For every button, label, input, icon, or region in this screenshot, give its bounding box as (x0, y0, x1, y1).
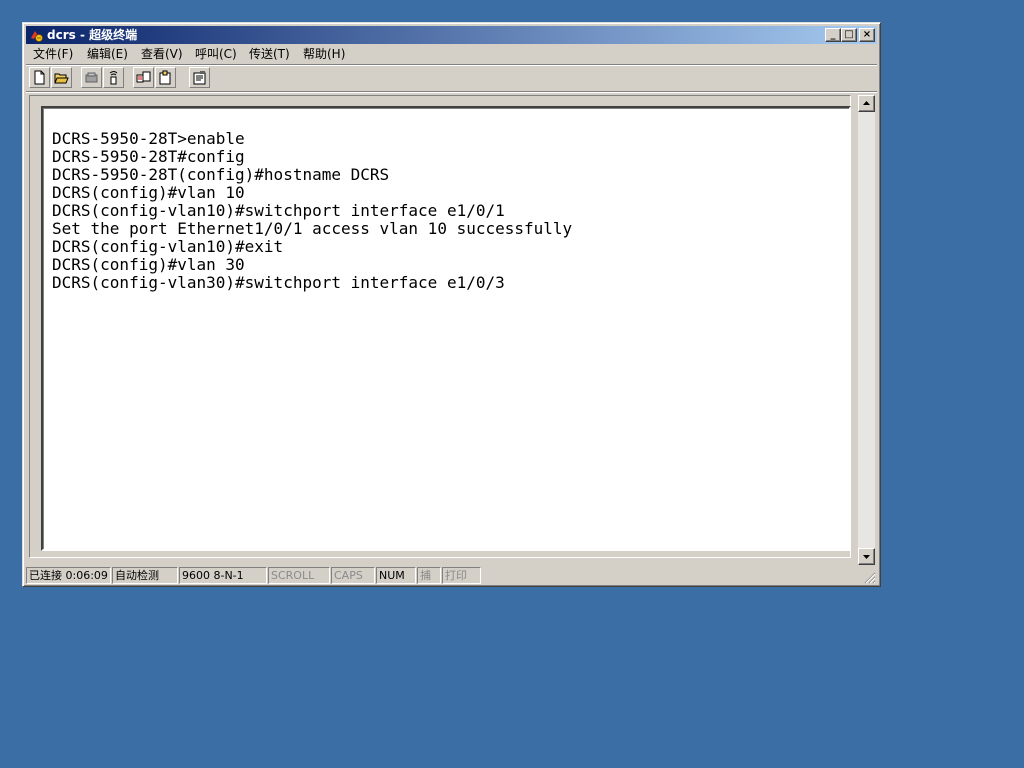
title-bar[interactable]: dcrs - 超级终端 _ □ × (26, 26, 877, 44)
menu-file[interactable]: 文件(F) (33, 47, 73, 62)
toolbar-separator (26, 91, 877, 93)
maximize-icon: □ (844, 29, 854, 40)
terminal-line: DCRS(config-vlan30)#switchport interface… (52, 273, 505, 292)
call-icon (109, 71, 118, 85)
minimize-icon: _ (830, 29, 836, 40)
scroll-up-button[interactable] (858, 95, 875, 112)
status-num: NUM (376, 567, 416, 584)
status-print: 打印 (442, 567, 481, 584)
open-button[interactable] (51, 67, 72, 88)
maximize-button[interactable]: □ (841, 28, 857, 42)
menu-transfer[interactable]: 传送(T) (249, 47, 290, 62)
scroll-down-button[interactable] (858, 548, 875, 565)
resize-grip-icon[interactable] (863, 571, 876, 584)
new-icon (34, 70, 45, 85)
menu-call[interactable]: 呼叫(C) (195, 47, 237, 62)
send-file-icon (136, 71, 151, 83)
menu-help[interactable]: 帮助(H) (303, 47, 345, 62)
arrow-down-icon (863, 555, 870, 559)
terminal-line: DCRS(config-vlan10)#switchport interface… (52, 201, 505, 220)
window-title: dcrs - 超级终端 (47, 28, 138, 42)
status-bar: 已连接 0:06:09 自动检测 9600 8-N-1 SCROLL CAPS … (26, 567, 877, 585)
properties-icon (193, 71, 206, 85)
new-button[interactable] (29, 67, 50, 88)
terminal-line: DCRS(config)#vlan 30 (52, 255, 245, 274)
status-connection: 已连接 0:06:09 (26, 567, 111, 584)
arrow-up-icon (863, 101, 870, 105)
vertical-scrollbar[interactable] (858, 95, 875, 565)
properties-button[interactable] (189, 67, 210, 88)
status-capture: 捕 (417, 567, 441, 584)
menu-bar: 文件(F) 编辑(E) 查看(V) 呼叫(C) 传送(T) 帮助(H) (26, 45, 877, 64)
status-settings: 9600 8-N-1 (179, 567, 267, 584)
terminal-screen[interactable]: DCRS-5950-28T>enable DCRS-5950-28T#confi… (41, 106, 851, 551)
status-caps: CAPS (331, 567, 375, 584)
close-icon: × (862, 29, 872, 40)
call-button[interactable] (103, 67, 124, 88)
menu-edit[interactable]: 编辑(E) (87, 47, 128, 62)
status-scroll: SCROLL (268, 567, 330, 584)
terminal-line: DCRS-5950-28T>enable (52, 129, 245, 148)
open-icon (54, 73, 69, 84)
menu-view[interactable]: 查看(V) (141, 47, 183, 62)
receive-file-button[interactable] (155, 67, 176, 88)
terminal-line: DCRS(config)#vlan 10 (52, 183, 245, 202)
send-file-button[interactable] (133, 67, 154, 88)
hyperterminal-icon[interactable] (29, 28, 44, 42)
terminal-frame: DCRS-5950-28T>enable DCRS-5950-28T#confi… (29, 95, 851, 558)
terminal-line: DCRS-5950-28T#config (52, 147, 245, 166)
disconnect-icon (85, 72, 98, 83)
hyperterminal-window: dcrs - 超级终端 _ □ × 文件(F) 编辑(E) 查看(V) 呼叫(C… (22, 22, 881, 587)
minimize-button[interactable]: _ (825, 28, 841, 42)
status-detect: 自动检测 (112, 567, 178, 584)
terminal-line: DCRS-5950-28T(config)#hostname DCRS (52, 165, 390, 184)
receive-file-icon (159, 70, 171, 85)
disconnect-button[interactable] (81, 67, 102, 88)
terminal-line: Set the port Ethernet1/0/1 access vlan 1… (52, 219, 573, 238)
terminal-line: DCRS(config-vlan10)#exit (52, 237, 284, 256)
close-button[interactable]: × (859, 28, 875, 42)
toolbar (26, 66, 877, 90)
